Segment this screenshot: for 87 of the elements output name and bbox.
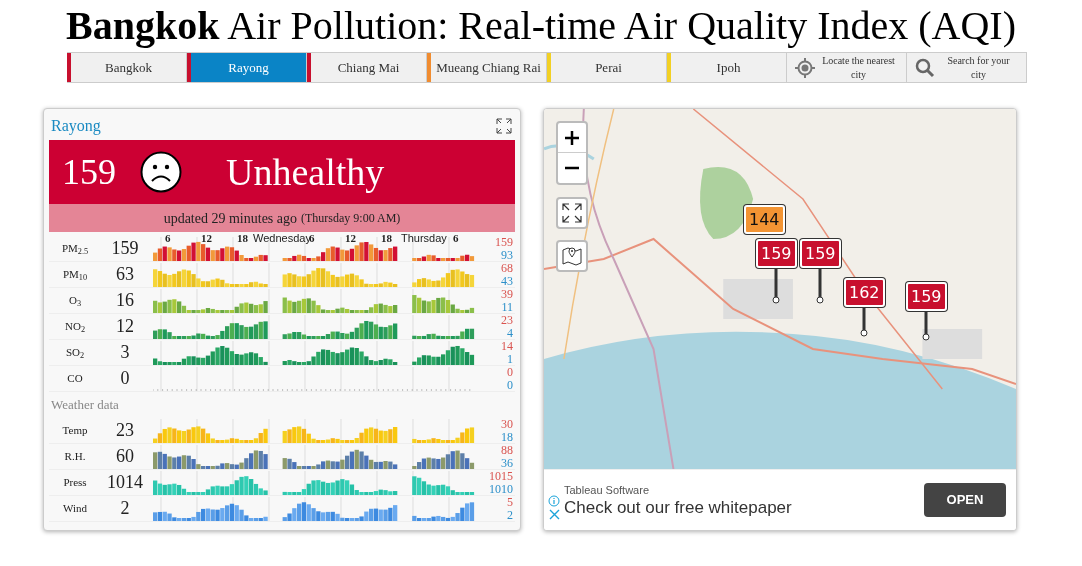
open-button[interactable]: OPEN — [924, 483, 1006, 517]
time-label: 12 — [201, 233, 212, 244]
marker-pin-icon — [772, 268, 781, 304]
time-label: 6 — [165, 233, 171, 244]
marker-pin-icon — [816, 268, 825, 304]
measure-label: SO$_{2}$ — [64, 345, 86, 361]
aqi-status: Unhealthy — [226, 149, 385, 195]
city-tab[interactable]: Mueang Chiang Rai — [431, 53, 546, 82]
updated-text: updated 29 minutes ago — [163, 209, 297, 228]
max-value: 30 — [501, 417, 513, 431]
measure-label: R.H. — [63, 449, 87, 465]
time-label: 12 — [345, 233, 356, 244]
city-tab[interactable]: Ipoh — [671, 53, 786, 82]
locate-city-button[interactable]: Locate the nearest city — [787, 53, 907, 82]
measure-label: Wind — [62, 501, 88, 517]
weather-heading: Weather data — [50, 396, 120, 415]
sad-face-icon — [140, 151, 182, 193]
min-value: 18 — [501, 430, 513, 444]
measure-value: 3 — [119, 341, 131, 364]
min-value: 36 — [501, 456, 513, 470]
aqi-marker[interactable]: 159 — [800, 239, 841, 268]
time-label: 18 — [237, 233, 248, 244]
expand-icon — [562, 203, 582, 223]
measure-label: CO — [66, 371, 84, 387]
close-icon[interactable] — [548, 508, 560, 520]
fullscreen-button[interactable] — [556, 197, 588, 229]
aqi-value: 159 — [62, 151, 116, 194]
aqi-marker[interactable]: 159 — [756, 239, 797, 268]
time-label: 6 — [453, 233, 459, 244]
measure-value: 0 — [119, 367, 131, 390]
page-title: Bangkok Air Pollution: Real-time Air Quality Index (AQI) — [65, 2, 1017, 50]
aqi-marker[interactable]: 162 — [844, 278, 885, 307]
max-value: 5 — [507, 495, 513, 509]
min-value: 43 — [501, 274, 513, 288]
measure-value: 63 — [115, 263, 135, 286]
map-pin-icon — [561, 245, 583, 267]
max-value: 14 — [501, 339, 513, 353]
min-value: 93 — [501, 248, 513, 262]
expand-icon[interactable] — [496, 118, 512, 134]
ad-advertiser: Tableau Software — [564, 482, 650, 498]
measure-value: 23 — [115, 419, 135, 442]
max-value: 88 — [501, 443, 513, 457]
map-layers-button[interactable] — [556, 240, 588, 272]
aqi-marker[interactable]: 144 — [744, 205, 785, 234]
measure-label: PM$_{2.5}$ — [60, 241, 90, 257]
min-value: 0 — [507, 378, 513, 392]
measure-label: PM$_{10}$ — [61, 267, 89, 283]
measure-value: 159 — [110, 237, 140, 260]
max-value: 0 — [507, 365, 513, 379]
min-value: 1 — [507, 352, 513, 366]
ad-headline[interactable]: Check out our free whitepaper — [564, 498, 792, 519]
max-value: 39 — [501, 287, 513, 301]
search-icon — [915, 57, 935, 78]
measure-label: NO$_{2}$ — [64, 319, 86, 335]
aqi-marker[interactable]: 159 — [906, 282, 947, 311]
plus-icon — [565, 130, 579, 145]
time-label: 6 — [309, 233, 315, 244]
min-value: 11 — [501, 300, 513, 314]
measure-label: Temp — [61, 423, 89, 439]
max-value: 159 — [495, 235, 513, 249]
min-value: 4 — [507, 326, 513, 340]
marker-pin-icon — [860, 307, 869, 337]
measure-value: 1014 — [106, 471, 144, 494]
measure-label: Press — [62, 475, 88, 491]
crosshair-icon — [795, 57, 815, 78]
measure-value: 2 — [119, 497, 131, 520]
updated-time: (Thursday 9:00 AM) — [301, 210, 401, 227]
search-city-button[interactable]: Search for your city — [907, 53, 1027, 82]
city-tab[interactable]: Perai — [551, 53, 666, 82]
station-name: Rayong — [51, 116, 101, 137]
city-tab[interactable]: Chiang Mai — [311, 53, 426, 82]
measure-label: O$_{3}$ — [67, 293, 83, 309]
max-value: 68 — [501, 261, 513, 275]
marker-pin-icon — [922, 311, 931, 341]
min-value: 2 — [507, 508, 513, 522]
measure-value: 12 — [115, 315, 135, 338]
city-tab[interactable]: Bangkok — [71, 53, 186, 82]
city-tab[interactable]: Rayong — [191, 53, 306, 82]
max-value: 1015 — [489, 469, 513, 483]
time-label: Wednesday — [253, 233, 311, 244]
minus-icon — [565, 166, 579, 170]
time-label: Thursday — [401, 233, 447, 244]
min-value: 1010 — [489, 482, 513, 496]
measure-value: 16 — [115, 289, 135, 312]
max-value: 23 — [501, 313, 513, 327]
measure-value: 60 — [115, 445, 135, 468]
time-label: 18 — [381, 233, 392, 244]
